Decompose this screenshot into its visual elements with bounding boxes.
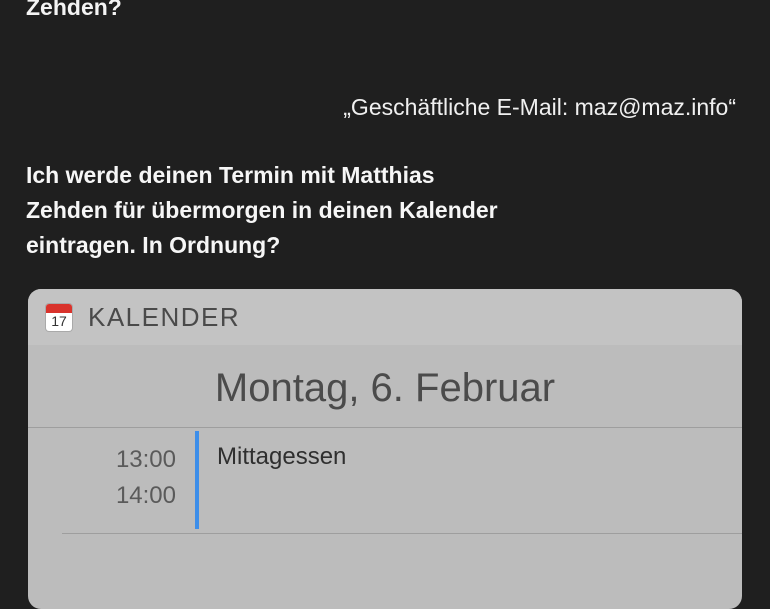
siri-reply-line: eintragen. In Ordnung? [26,232,281,258]
card-divider [62,533,742,534]
user-speech-bubble: „Geschäftliche E-Mail: maz@maz.info“ [343,94,736,120]
calendar-card[interactable]: 17 KALENDER Montag, 6. Februar 13:00 14:… [28,289,742,609]
siri-previous-text: Zehden? [26,0,122,20]
calendar-icon-day: 17 [51,312,67,329]
event-time: 13:00 14:00 [28,442,176,514]
calendar-card-header: 17 KALENDER [28,289,742,345]
siri-reply-line: Zehden für übermorgen in deinen Kalender [26,197,498,223]
event-title: Mittagessen [217,443,347,470]
event-end-time: 14:00 [115,482,176,509]
calendar-event[interactable]: 13:00 14:00 Mittagessen [28,428,742,532]
event-start-time: 13:00 [115,446,176,473]
siri-reply: Ich werde deinen Termin mit Matthias Zeh… [26,158,626,263]
calendar-date-heading: Montag, 6. Februar [28,345,742,428]
siri-reply-line: Ich werde deinen Termin mit Matthias [26,162,435,188]
calendar-card-title: KALENDER [88,301,241,332]
calendar-icon: 17 [46,303,72,331]
event-color-bar [195,431,199,529]
